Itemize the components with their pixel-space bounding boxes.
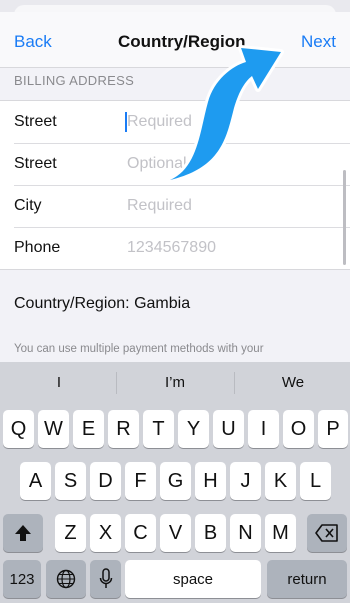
key-x[interactable]: X — [90, 514, 121, 552]
street2-row[interactable]: Street Optional — [0, 143, 350, 185]
phone-label: Phone — [14, 239, 61, 256]
globe-key[interactable] — [46, 560, 86, 598]
suggestion-divider — [234, 372, 235, 394]
street-label: Street — [14, 113, 57, 130]
suggestion-divider — [116, 372, 117, 394]
microphone-icon — [99, 568, 112, 588]
key-c[interactable]: C — [125, 514, 156, 552]
scrollbar[interactable] — [343, 170, 346, 265]
key-i[interactable]: I — [248, 410, 279, 448]
numbers-key[interactable]: 123 — [3, 560, 41, 598]
city-row[interactable]: City Required — [0, 185, 350, 227]
back-button[interactable]: Back — [14, 32, 52, 52]
payment-info-text: You can use multiple payment methods wit… — [14, 343, 264, 355]
key-r[interactable]: R — [108, 410, 139, 448]
billing-address-form: Street Required Street Optional City Req… — [0, 100, 350, 270]
key-v[interactable]: V — [160, 514, 191, 552]
globe-icon — [56, 569, 76, 589]
key-q[interactable]: Q — [3, 410, 34, 448]
key-y[interactable]: Y — [178, 410, 209, 448]
city-label: City — [14, 197, 42, 214]
key-b[interactable]: B — [195, 514, 226, 552]
key-n[interactable]: N — [230, 514, 261, 552]
suggestion-1[interactable]: I — [4, 374, 114, 391]
return-key[interactable]: return — [267, 560, 347, 598]
key-k[interactable]: K — [265, 462, 296, 500]
key-d[interactable]: D — [90, 462, 121, 500]
key-e[interactable]: E — [73, 410, 104, 448]
suggestion-bar: I I’m We — [0, 362, 350, 404]
street2-label: Street — [14, 155, 57, 172]
dictation-key[interactable] — [90, 560, 121, 598]
street-row[interactable]: Street Required — [0, 101, 350, 143]
shift-key[interactable] — [3, 514, 43, 552]
key-m[interactable]: M — [265, 514, 296, 552]
key-u[interactable]: U — [213, 410, 244, 448]
key-g[interactable]: G — [160, 462, 191, 500]
key-w[interactable]: W — [38, 410, 69, 448]
street2-input[interactable]: Optional — [127, 155, 327, 173]
suggestion-3[interactable]: We — [238, 374, 348, 391]
key-j[interactable]: J — [230, 462, 261, 500]
backspace-icon — [315, 524, 338, 542]
key-o[interactable]: O — [283, 410, 314, 448]
key-a[interactable]: A — [20, 462, 51, 500]
phone-input[interactable]: 1234567890 — [127, 239, 327, 257]
keyboard: I I’m We Q W E R T Y U I O P A S D F G H… — [0, 362, 350, 603]
next-button[interactable]: Next — [301, 32, 336, 52]
key-l[interactable]: L — [300, 462, 331, 500]
country-region-text: Country/Region: Gambia — [14, 295, 191, 312]
key-h[interactable]: H — [195, 462, 226, 500]
navigation-bar: Back Country/Region Next — [0, 12, 350, 68]
page-title: Country/Region — [118, 32, 246, 51]
key-p[interactable]: P — [318, 410, 348, 448]
shift-icon — [15, 525, 31, 541]
billing-address-header: BILLING ADDRESS — [14, 73, 135, 88]
street-input[interactable]: Required — [127, 113, 327, 131]
city-input[interactable]: Required — [127, 197, 327, 215]
phone-row[interactable]: Phone 1234567890 — [0, 227, 350, 269]
key-z[interactable]: Z — [55, 514, 86, 552]
suggestion-2[interactable]: I’m — [120, 374, 230, 391]
key-f[interactable]: F — [125, 462, 156, 500]
key-s[interactable]: S — [55, 462, 86, 500]
key-t[interactable]: T — [143, 410, 174, 448]
space-key[interactable]: space — [125, 560, 261, 598]
delete-key[interactable] — [307, 514, 347, 552]
